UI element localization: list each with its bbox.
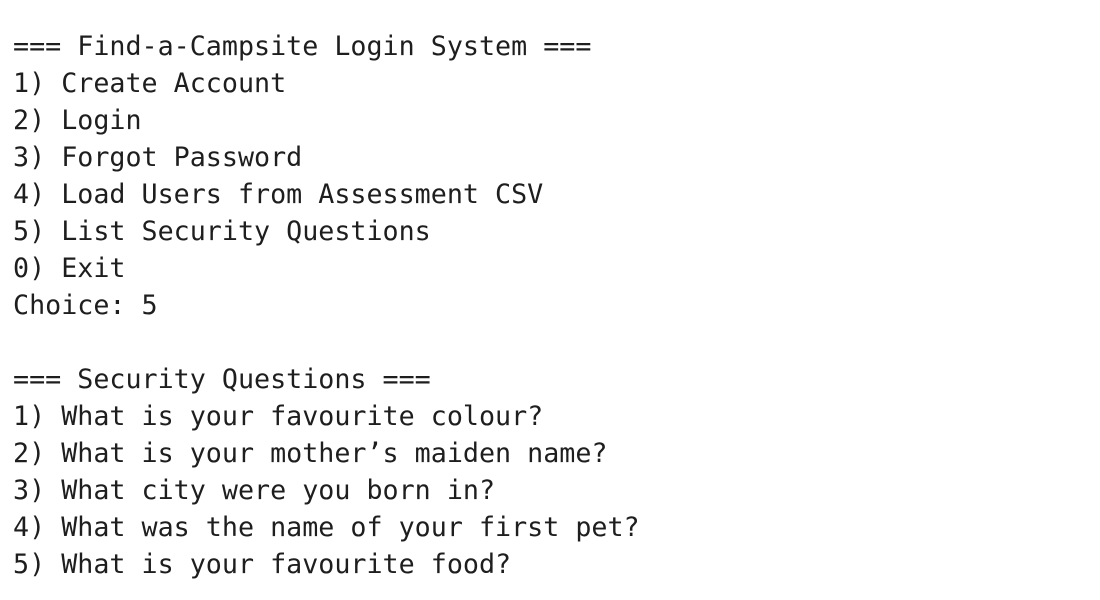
menu-option-load-users: 4) Load Users from Assessment CSV [13, 179, 544, 210]
choice-prompt: Choice: [13, 290, 142, 321]
security-question-item: 4) What was the name of your first pet? [13, 512, 640, 543]
menu-option-forgot-password: 3) Forgot Password [13, 142, 303, 173]
security-question-item: 2) What is your mother’s maiden name? [13, 438, 608, 469]
console-output: === Find-a-Campsite Login System === 1) … [0, 0, 1100, 600]
menu-option-create-account: 1) Create Account [13, 68, 287, 99]
menu-option-list-security-questions: 5) List Security Questions [13, 216, 431, 247]
menu-option-login: 2) Login [13, 105, 142, 136]
security-questions-header: === Security Questions === [13, 364, 431, 395]
menu-header: === Find-a-Campsite Login System === [13, 31, 592, 62]
security-question-item: 5) What is your favourite food? [13, 549, 512, 580]
choice-input[interactable]: 5 [142, 290, 158, 321]
security-question-item: 3) What city were you born in? [13, 475, 496, 506]
choice-line: Choice: 5 [13, 287, 1100, 324]
security-question-item: 1) What is your favourite colour? [13, 401, 544, 432]
menu-option-exit: 0) Exit [13, 253, 126, 284]
